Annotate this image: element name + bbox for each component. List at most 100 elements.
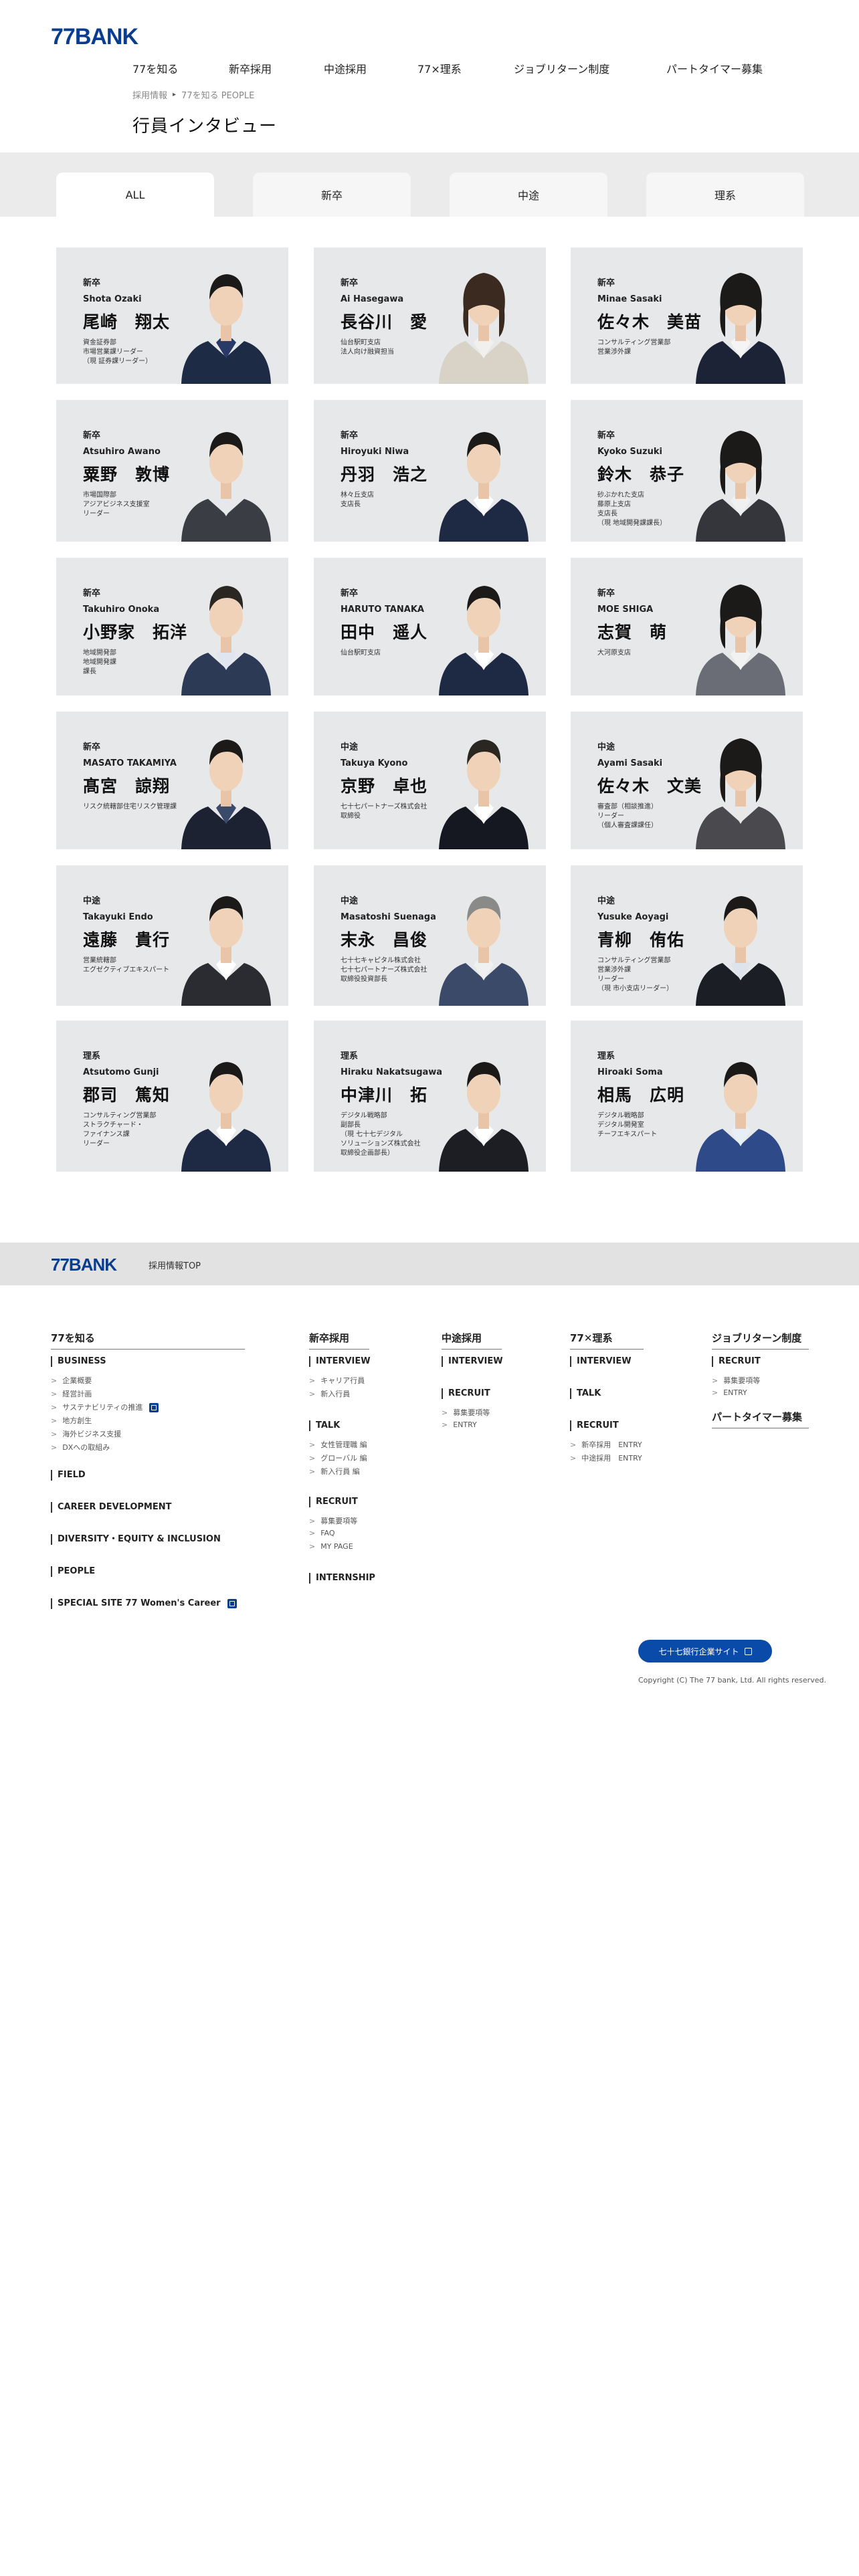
card-name-kanji: 丹羽 浩之 <box>341 465 428 484</box>
footer-heading-mid-career[interactable]: 中途採用 <box>442 1331 502 1350</box>
footer-col-mid-career: 中途採用 INTERVIEW RECRUIT > 募集要項等 > ENTRY <box>442 1331 508 1429</box>
footer-col-know77: 77を知る BUSINESS > 企業概要 > 経営計画 > サステナビリティの推進 … <box>51 1331 245 1609</box>
footer-link-interview[interactable]: INTERVIEW <box>570 1356 632 1367</box>
footer-link-career[interactable]: CAREER DEVELOPMENT <box>51 1502 172 1513</box>
card-name-roman: Takayuki Endo <box>83 912 153 922</box>
interview-card[interactable]: 中途 Takuya Kyono 京野 卓也 七十七パートナーズ株式会社 取締役 <box>314 712 546 849</box>
footer-link-business[interactable]: BUSINESS <box>51 1356 106 1367</box>
interview-card[interactable]: 新卒 HARUTO TANAKA 田中 遥人 仙台駅町支店 <box>314 558 546 695</box>
breadcrumb-item-recruit[interactable]: 採用情報 <box>132 88 167 101</box>
footer-link-diversity[interactable]: DIVERSITY・EQUITY & INCLUSION <box>51 1534 221 1545</box>
footer-link-sustainability[interactable]: > サステナビリティの推進 <box>51 1402 159 1412</box>
interview-card[interactable]: 中途 Takayuki Endo 遠藤 貴行 営業統轄部 エグゼクティブエキスパート <box>56 865 288 1006</box>
person-photo <box>696 738 785 849</box>
footer-link-recruit[interactable]: RECRUIT <box>309 1497 358 1507</box>
person-photo <box>439 896 529 1006</box>
interview-card[interactable]: 新卒 Ai Hasegawa 長谷川 愛仙台駅町支店 法人向け融資担当 <box>314 247 546 384</box>
footer-link-plan[interactable]: > 経営計画 <box>51 1388 92 1399</box>
footer-link-requirements[interactable]: > 募集要項等 <box>442 1407 490 1418</box>
interview-card[interactable]: 新卒 Minae Sasaki 佐々木 美苗 コンサルティング営業部 営業渉外課 <box>571 247 803 384</box>
interview-card[interactable]: 中途 Masatoshi Suenaga 末永 昌俊 七十七キャピタル株式会社 七十七… <box>314 865 546 1006</box>
interview-card[interactable]: 新卒 Shota Ozaki 尾崎 翔太 資金証券部 市場営業課リーダー （現 証券課… <box>56 247 288 384</box>
footer-link-talk-women[interactable]: > 女性管理職 編 <box>309 1439 367 1450</box>
footer-link-recruit[interactable]: RECRUIT <box>442 1388 490 1399</box>
footer-link-internship[interactable]: INTERNSHIP <box>309 1573 375 1584</box>
footer-logo[interactable]: 77BANK <box>51 1255 117 1275</box>
footer-link-mid-career-entry[interactable]: > 中途採用 ENTRY <box>570 1453 642 1463</box>
card-category: 理系 <box>83 1051 101 1061</box>
card-name-roman: Ai Hasegawa <box>341 294 404 304</box>
footer-link-recruit[interactable]: RECRUIT <box>712 1356 761 1367</box>
tab-all[interactable]: ALL <box>56 173 214 217</box>
footer-link-requirements[interactable]: > 募集要項等 <box>309 1515 357 1526</box>
tab-mid-career[interactable]: 中途 <box>450 173 607 217</box>
logo[interactable]: 77BANK <box>51 24 138 50</box>
footer-link-talk[interactable]: TALK <box>309 1420 340 1431</box>
nav-item-know77[interactable]: 77を知る <box>132 60 178 76</box>
footer-link-talk-global[interactable]: > グローバル 編 <box>309 1453 367 1463</box>
nav-item-new-grad[interactable]: 新卒採用 <box>229 60 272 76</box>
footer-heading-part-timer[interactable]: パートタイマー募集 <box>712 1410 809 1428</box>
footer-link-overseas[interactable]: > 海外ビジネス支援 <box>51 1428 121 1439</box>
card-name-roman: MOE SHIGA <box>597 605 654 615</box>
nav-item-job-return[interactable]: ジョブリターン制度 <box>514 60 609 76</box>
card-department: リスク統轄部住宅リスク管理課 <box>83 803 177 811</box>
interview-card[interactable]: 新卒 Atsuhiro Awano 粟野 敦博 市場国際部 アジアビジネス支援室 リー… <box>56 400 288 542</box>
card-department: 砂ぶかれた支店 藤原上支店 支店長 （現 地域開発課課長） <box>597 492 667 527</box>
card-category: 新卒 <box>597 278 615 288</box>
footer-link-entry[interactable]: > ENTRY <box>442 1420 477 1429</box>
card-name-roman: Atsuhiro Awano <box>83 447 161 457</box>
card-category: 新卒 <box>341 278 359 288</box>
interview-card[interactable]: 新卒 Takuhiro Onoka 小野家 拓洋 地域開発部 地域開発課 課長 <box>56 558 288 695</box>
footer-link-special-site[interactable]: SPECIAL SITE 77 Women's Career <box>51 1598 237 1609</box>
footer-link-interview[interactable]: INTERVIEW <box>442 1356 503 1367</box>
footer-link-field[interactable]: FIELD <box>51 1470 86 1481</box>
nav-item-part-timer[interactable]: パートタイマー募集 <box>666 60 763 76</box>
footer-link-company[interactable]: > 企業概要 <box>51 1375 92 1386</box>
card-department: 地域開発部 地域開発課 課長 <box>83 649 116 675</box>
footer-link-requirements[interactable]: > 募集要項等 <box>712 1375 760 1386</box>
nav-item-science[interactable]: 77×理系 <box>417 60 462 76</box>
footer-heading-science[interactable]: 77✕理系 <box>570 1331 644 1350</box>
card-name-kanji: 佐々木 美苗 <box>597 312 702 332</box>
footer-link-faq[interactable]: > FAQ <box>309 1529 335 1537</box>
interview-card[interactable]: 新卒 MOE SHIGA 志賀 萌大河原支店 <box>571 558 803 695</box>
footer-link-career-staff[interactable]: > キャリア行員 <box>309 1375 365 1386</box>
card-department: デジタル戦略部 デジタル開発室 チーフエキスパート <box>597 1112 658 1138</box>
interview-card[interactable]: 中途 Ayami Sasaki 佐々木 文美 審査部（相談推進） リーダー （個人審査… <box>571 712 803 849</box>
footer-link-people[interactable]: PEOPLE <box>51 1566 95 1577</box>
footer-recruit-top-link[interactable]: 採用情報TOP <box>149 1259 201 1271</box>
nav-item-mid-career[interactable]: 中途採用 <box>324 60 367 76</box>
corporate-site-button[interactable]: 七十七銀行企業サイト <box>638 1640 772 1662</box>
card-department: コンサルティング営業部 営業渉外課 <box>597 339 671 356</box>
footer-link-talk-new[interactable]: > 新入行員 編 <box>309 1466 360 1477</box>
interview-card[interactable]: 理系 Atsutomo Gunji 郡司 篤知 コンサルティング営業部 ストラクチャー… <box>56 1021 288 1172</box>
footer-link-entry[interactable]: > ENTRY <box>712 1388 747 1397</box>
card-name-roman: Takuya Kyono <box>341 758 408 768</box>
footer-link-recruit[interactable]: RECRUIT <box>570 1420 619 1431</box>
footer-link-dx[interactable]: > DXへの取組み <box>51 1442 110 1453</box>
footer-link-regional[interactable]: > 地方創生 <box>51 1415 92 1426</box>
card-category: 新卒 <box>341 588 359 599</box>
card-name-roman: Shota Ozaki <box>83 294 142 304</box>
footer-link-new-grad-entry[interactable]: > 新卒採用 ENTRY <box>570 1439 642 1450</box>
footer-heading-job-return[interactable]: ジョブリターン制度 <box>712 1331 809 1350</box>
interview-card[interactable]: 中途 Yusuke Aoyagi 青柳 侑佑 コンサルティング営業部 営業渉外課 リー… <box>571 865 803 1006</box>
person-photo <box>439 273 529 384</box>
footer-link-new-staff[interactable]: > 新入行員 <box>309 1388 350 1399</box>
interview-card[interactable]: 理系 Hiroaki Soma 相馬 広明 デジタル戦略部 デジタル開発室 チーフエキ… <box>571 1021 803 1172</box>
tab-new-grad[interactable]: 新卒 <box>253 173 411 217</box>
footer-heading-know77[interactable]: 77を知る <box>51 1331 245 1350</box>
footer-link-interview[interactable]: INTERVIEW <box>309 1356 371 1367</box>
card-name-kanji: 末永 昌俊 <box>341 930 428 950</box>
interview-card[interactable]: 新卒 Hiroyuki Niwa 丹羽 浩之 林々丘支店 支店長 <box>314 400 546 542</box>
page-title: 行員インタビュー <box>132 116 278 136</box>
footer-heading-new-grad[interactable]: 新卒採用 <box>309 1331 369 1350</box>
interview-card[interactable]: 新卒 Kyoko Suzuki 鈴木 恭子 砂ぶかれた支店 藤原上支店 支店長 （現 … <box>571 400 803 542</box>
tab-science[interactable]: 理系 <box>646 173 804 217</box>
interview-card[interactable]: 理系 Hiraku Nakatsugawa 中津川 拓デジタル戦略部 副部長 （現 … <box>314 1021 546 1172</box>
footer-link-mypage[interactable]: > MY PAGE <box>309 1542 353 1551</box>
footer-link-talk[interactable]: TALK <box>570 1388 601 1399</box>
card-name-kanji: 郡司 篤知 <box>83 1085 171 1105</box>
interview-card[interactable]: 新卒 MASATO TAKAMIYA 髙宮 諒翔 リスク統轄部住宅リスク管理課 <box>56 712 288 849</box>
